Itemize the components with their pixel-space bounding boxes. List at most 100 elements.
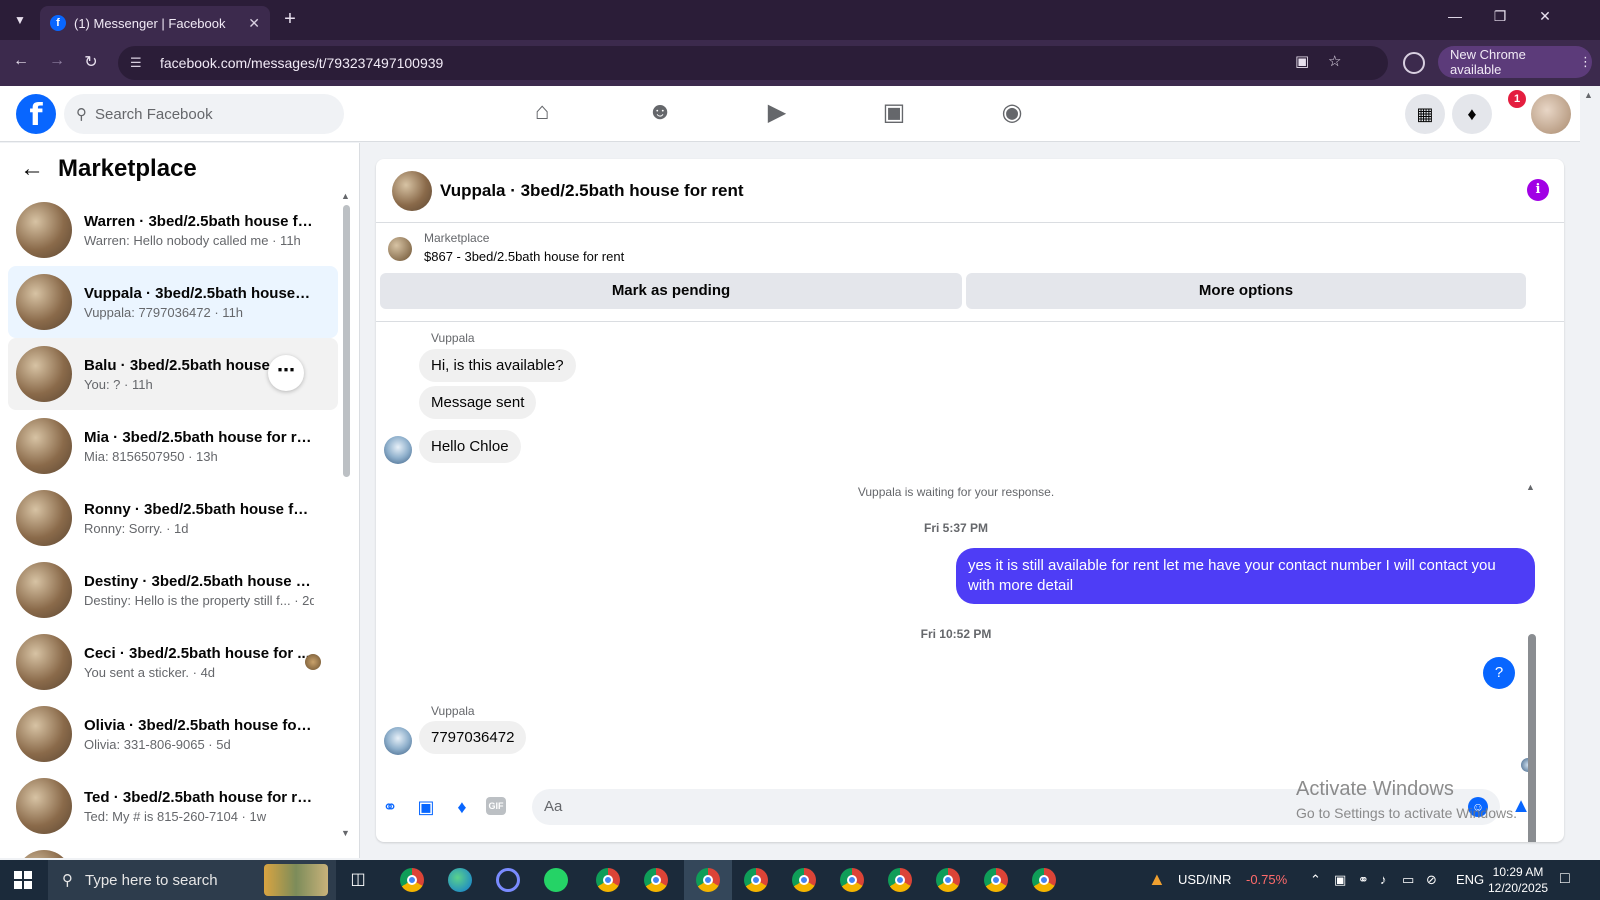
panel-title: Marketplace [58, 155, 197, 182]
new-chrome-available-button[interactable]: New Chrome available ⋮ [1438, 46, 1592, 78]
more-options-icon[interactable]: ⋯ [268, 355, 304, 391]
page-scroll-up-icon[interactable]: ▲ [1584, 90, 1593, 100]
chrome-profile-app-icon[interactable] [792, 868, 816, 892]
chrome-profile-app-icon[interactable] [696, 868, 720, 892]
back-arrow-icon[interactable]: ← [10, 52, 32, 70]
incoming-message[interactable]: 7797036472 [419, 721, 527, 754]
chat-header: Vuppala · 3bed/2.5bath house for rent [376, 159, 1564, 223]
app-ring-icon[interactable] [496, 868, 520, 892]
conversation-item[interactable]: Olivia · 3bed/2.5bath house for r... Oliv… [8, 698, 338, 770]
bookmark-star-icon[interactable]: ☆ [1328, 52, 1341, 70]
gif-icon[interactable]: GIF [486, 797, 506, 815]
wifi-icon[interactable]: ⚭ [1358, 872, 1369, 888]
marketplace-icon[interactable]: ▣ [874, 98, 914, 132]
tab-close-icon[interactable]: ✕ [248, 15, 260, 32]
incoming-message[interactable]: Hello Chloe [419, 430, 521, 463]
chrome-profile-app-icon[interactable] [644, 868, 668, 892]
conversation-item-active[interactable]: Vuppala · 3bed/2.5bath house f... Vuppala… [8, 266, 338, 338]
listing-info[interactable]: Marketplace $867 - 3bed/2.5bath house fo… [388, 231, 624, 264]
notifications-bell-icon[interactable]: ♦ [1452, 94, 1492, 134]
listing-avatar [16, 850, 72, 858]
sender-avatar[interactable] [384, 436, 412, 464]
incoming-message[interactable]: Message sent [419, 386, 537, 419]
whatsapp-app-icon[interactable] [544, 868, 568, 892]
ticker-change: -0.75% [1246, 872, 1288, 887]
facebook-search-input[interactable]: ⚲ Search Facebook [64, 94, 344, 134]
ticker-label[interactable]: USD/INR [1178, 872, 1231, 887]
listing-avatar [16, 706, 72, 762]
sender-name: Vuppala [431, 704, 475, 718]
install-app-icon[interactable]: ▣ [1295, 52, 1309, 70]
tray-chevron-icon[interactable]: ⌃ [1310, 872, 1321, 888]
more-options-button[interactable]: More options [966, 273, 1526, 309]
groups-icon[interactable]: ◉ [992, 98, 1032, 132]
new-tab-button[interactable]: + [278, 8, 302, 32]
menu-grid-icon[interactable]: ▦ [1405, 94, 1445, 134]
outgoing-message[interactable]: yes it is still available for rent let m… [956, 548, 1535, 604]
kebab-menu-icon[interactable]: ⋮ [1579, 54, 1592, 70]
list-scroll-up-icon[interactable]: ▲ [341, 191, 350, 201]
list-scrollbar[interactable] [343, 205, 350, 477]
browser-tab[interactable]: f (1) Messenger | Facebook ✕ [40, 6, 270, 40]
ticker-icon[interactable]: ▲ [1148, 869, 1166, 890]
reload-icon[interactable]: ↻ [80, 52, 102, 72]
language-indicator[interactable]: ENG [1456, 872, 1484, 887]
notification-center-icon[interactable]: □ [1560, 870, 1570, 888]
info-icon[interactable]: i [1527, 179, 1549, 201]
chrome-profile-app-icon[interactable] [840, 868, 864, 892]
home-icon[interactable]: ⌂ [522, 98, 562, 132]
thread-scroll-up-icon[interactable]: ▲ [1526, 482, 1535, 492]
conversation-item-partial[interactable] [8, 842, 338, 858]
sticker-icon[interactable]: ♦ [450, 795, 474, 819]
windows-start-icon[interactable] [14, 871, 32, 889]
friends-icon[interactable]: ☻ [640, 98, 680, 132]
battery-icon[interactable]: ▭ [1402, 872, 1414, 888]
close-window-icon[interactable]: ✕ [1533, 8, 1557, 25]
forward-arrow-icon[interactable]: → [46, 52, 68, 70]
sender-avatar[interactable] [384, 727, 412, 755]
account-avatar[interactable] [1531, 94, 1571, 134]
mark-as-pending-button[interactable]: Mark as pending [380, 273, 962, 309]
chat-title[interactable]: Vuppala · 3bed/2.5bath house for rent [440, 181, 744, 201]
video-icon[interactable]: ▶ [757, 98, 797, 132]
conversation-item[interactable]: Ted · 3bed/2.5bath house for rent Ted: My… [8, 770, 338, 842]
chrome-profile-app-icon[interactable] [1032, 868, 1056, 892]
chrome-profile-icon[interactable] [1403, 52, 1425, 74]
conversation-item[interactable]: Ronny · 3bed/2.5bath house for ... Ronny:… [8, 482, 338, 554]
edge-app-icon[interactable] [448, 868, 472, 892]
chrome-profile-app-icon[interactable] [936, 868, 960, 892]
list-scroll-down-icon[interactable]: ▼ [341, 828, 350, 838]
chrome-profile-app-icon[interactable] [596, 868, 620, 892]
chat-panel: Vuppala · 3bed/2.5bath house for rent i … [376, 159, 1564, 842]
conversation-item[interactable]: Ceci · 3bed/2.5bath house for ... You sen… [8, 626, 338, 698]
task-view-icon[interactable]: ◫ [346, 868, 370, 892]
network-off-icon[interactable]: ⊘ [1426, 872, 1437, 888]
chrome-profile-app-icon[interactable] [744, 868, 768, 892]
conversation-item[interactable]: Mia · 3bed/2.5bath house for rent Mia: 81… [8, 410, 338, 482]
conversation-item[interactable]: Destiny · 3bed/2.5bath house fo... Destin… [8, 554, 338, 626]
volume-icon[interactable]: ♪ [1380, 872, 1387, 887]
taskbar-clock[interactable]: 10:29 AM 12/20/2025 [1488, 864, 1548, 896]
restore-icon[interactable]: ❐ [1488, 8, 1512, 25]
microphone-icon[interactable]: ⚭ [378, 795, 402, 819]
url-text: facebook.com/messages/t/793237497100939 [160, 55, 444, 71]
chrome-app-icon[interactable] [400, 868, 424, 892]
chat-avatar[interactable] [392, 170, 432, 211]
tray-device-icon[interactable]: ▣ [1334, 872, 1346, 888]
chrome-profile-app-icon[interactable] [984, 868, 1008, 892]
site-settings-icon[interactable]: ☰ [130, 55, 148, 71]
taskbar-search-input[interactable]: ⚲ Type here to search [48, 860, 336, 900]
outgoing-message[interactable]: ? [1483, 657, 1515, 689]
minimize-icon[interactable]: — [1443, 8, 1467, 24]
tab-search-chevron-icon[interactable]: ▼ [8, 8, 32, 32]
incoming-message[interactable]: Hi, is this available? [419, 349, 576, 382]
conversation-item[interactable]: Balu · 3bed/2.5bath house fo... You: ? · … [8, 338, 338, 410]
activate-windows-watermark: Activate Windows Go to Settings to activ… [1296, 778, 1517, 821]
listing-thumb [388, 237, 412, 261]
chrome-profile-app-icon[interactable] [888, 868, 912, 892]
back-arrow-icon[interactable]: ← [20, 155, 44, 183]
address-bar[interactable]: ☰ facebook.com/messages/t/79323749710093… [118, 46, 1388, 80]
facebook-logo-icon[interactable]: f [16, 94, 56, 134]
photo-icon[interactable]: ▣ [414, 795, 438, 819]
conversation-item[interactable]: Warren · 3bed/2.5bath house fo... Warren:… [8, 194, 338, 266]
